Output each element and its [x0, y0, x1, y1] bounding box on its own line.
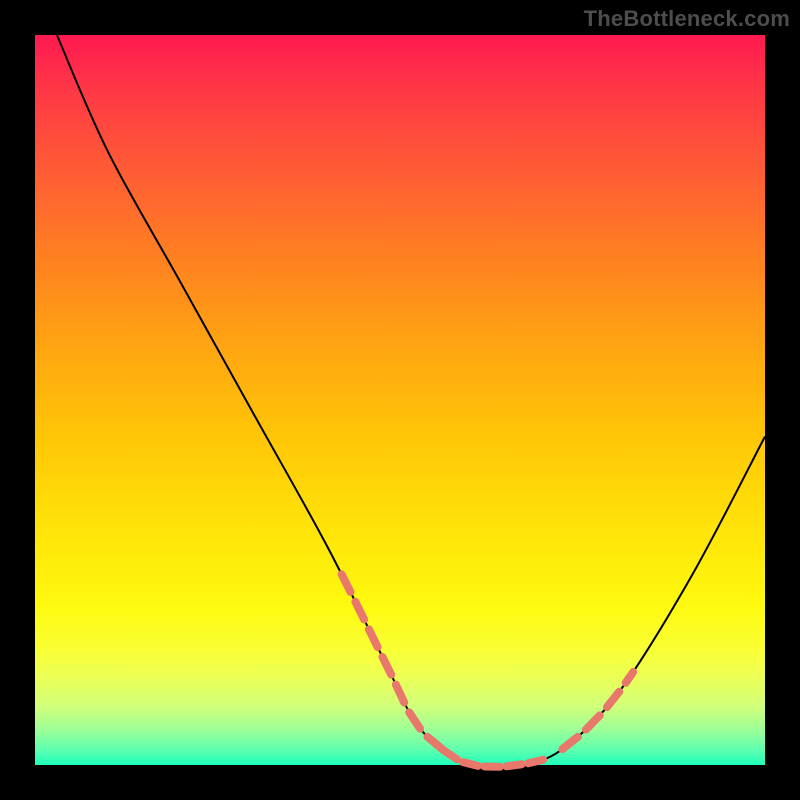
marker-dash: [396, 685, 404, 703]
marker-dash: [444, 751, 457, 760]
marker-dash: [409, 712, 420, 728]
curve-path: [57, 35, 765, 767]
curve-svg: [35, 35, 765, 765]
marker-group: [342, 574, 634, 766]
marker-dash: [382, 657, 391, 675]
marker-dash: [562, 737, 577, 749]
marker-dash: [586, 715, 600, 729]
marker-dash: [607, 692, 619, 707]
marker-dash: [342, 574, 351, 592]
marker-dash: [528, 760, 543, 764]
marker-dash: [355, 602, 364, 620]
marker-dash: [369, 629, 378, 647]
marker-dash: [506, 764, 521, 766]
attribution-text: TheBottleneck.com: [584, 6, 790, 32]
marker-dash: [626, 672, 633, 683]
marker-dash: [427, 737, 442, 750]
chart-container: TheBottleneck.com: [0, 0, 800, 800]
plot-area: [35, 35, 765, 765]
marker-dash: [463, 762, 478, 766]
